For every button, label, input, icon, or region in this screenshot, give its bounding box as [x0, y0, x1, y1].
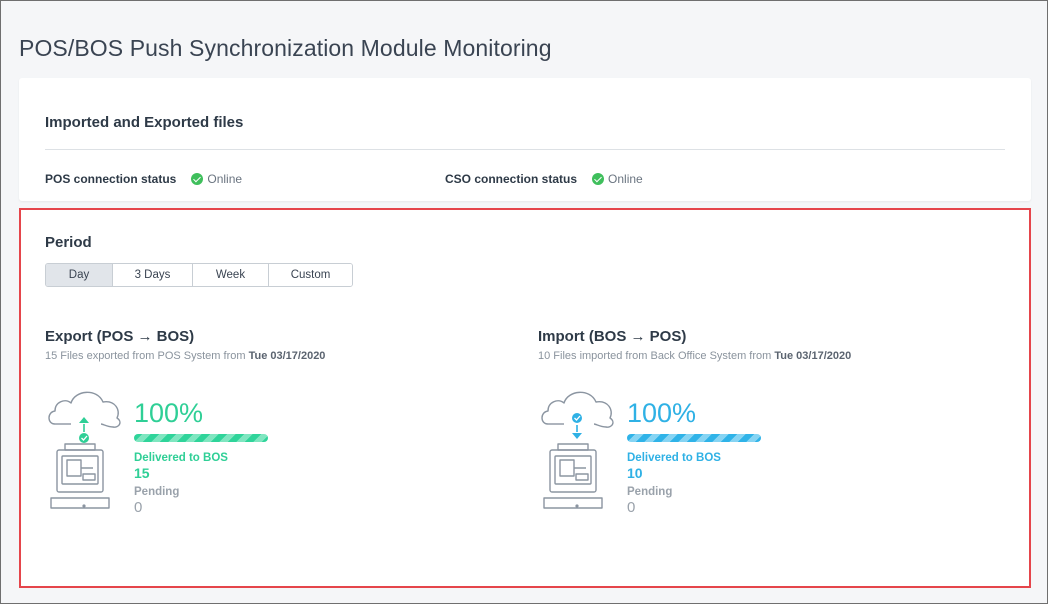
export-delivered-value: 15: [134, 465, 150, 481]
period-option-custom[interactable]: Custom: [268, 264, 352, 286]
import-panel: Import (BOS → POS) 10 Files imported fro…: [538, 328, 958, 528]
export-title: Export (POS → BOS): [45, 328, 195, 345]
summary-card: Imported and Exported files POS connecti…: [19, 78, 1031, 201]
export-progress-bar: [134, 434, 268, 442]
cso-connection-status: CSO connection status Online: [445, 172, 643, 186]
import-date: Tue 03/17/2020: [774, 350, 852, 362]
cso-status-value: Online: [608, 172, 643, 186]
import-title: Import (BOS → POS): [538, 328, 687, 345]
period-option-3-days[interactable]: 3 Days: [112, 264, 192, 286]
pos-status-value: Online: [207, 172, 243, 186]
cloud-upload-to-pos-terminal-icon: [48, 391, 121, 509]
online-check-icon: [191, 173, 204, 185]
import-pending-label: Pending: [627, 486, 673, 498]
app-window: POS/BOS Push Synchronization Module Moni…: [0, 0, 1048, 604]
period-option-week[interactable]: Week: [192, 264, 268, 286]
summary-title: Imported and Exported files: [45, 114, 244, 131]
import-delivered-value: 10: [627, 465, 643, 481]
import-progress-bar: [627, 434, 761, 442]
export-percent: 100%: [134, 398, 204, 428]
import-subtitle: 10 Files imported from Back Office Syste…: [538, 350, 852, 362]
pos-connection-status: POS connection status Online: [45, 172, 242, 186]
period-option-day[interactable]: Day: [46, 264, 112, 286]
import-percent: 100%: [627, 398, 697, 428]
export-pending-value: 0: [134, 499, 143, 516]
page-title: POS/BOS Push Synchronization Module Moni…: [19, 35, 552, 61]
import-delivered-label: Delivered to BOS: [627, 452, 721, 464]
period-title: Period: [45, 234, 92, 251]
export-subtitle: 15 Files exported from POS System from T…: [45, 350, 326, 362]
import-pending-value: 0: [627, 499, 636, 516]
cso-status-label: CSO connection status: [445, 172, 578, 186]
sync-details-card: Period Day 3 Days Week Custom Export (PO…: [19, 208, 1031, 588]
export-pending-label: Pending: [134, 486, 180, 498]
export-date: Tue 03/17/2020: [248, 350, 326, 362]
cloud-download-to-pos-terminal-icon: [541, 391, 614, 509]
period-selector: Day 3 Days Week Custom: [45, 263, 353, 287]
divider: [45, 149, 1005, 150]
export-delivered-label: Delivered to BOS: [134, 452, 228, 464]
online-check-icon: [592, 173, 605, 185]
export-panel: Export (POS → BOS) 15 Files exported fro…: [45, 328, 465, 528]
pos-status-label: POS connection status: [45, 172, 177, 186]
